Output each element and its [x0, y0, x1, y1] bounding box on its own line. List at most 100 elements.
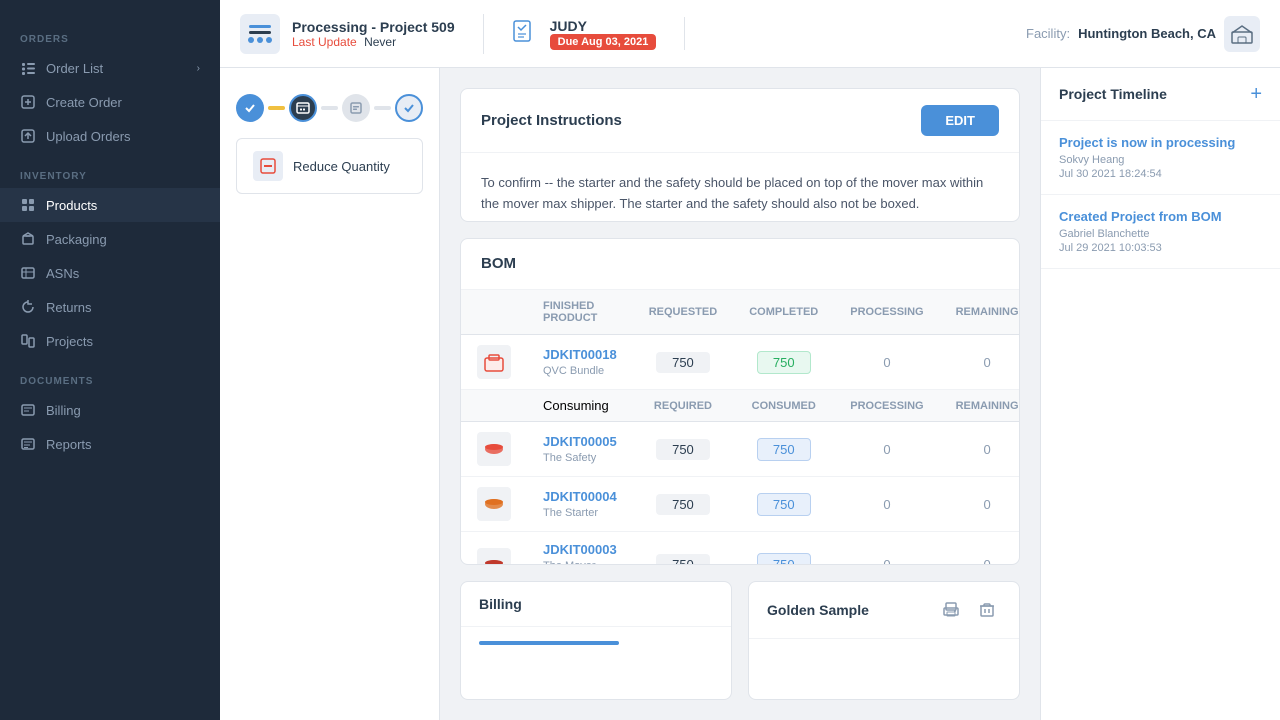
- instructions-body: To confirm -- the starter and the safety…: [461, 153, 1019, 222]
- content-area: Reduce Quantity Project Instructions EDI…: [220, 68, 1280, 720]
- billing-card-body: [461, 627, 731, 687]
- consuming-row: JDKIT00004 The Starter 750 750 0 0: [461, 477, 1020, 532]
- progress-track-1: [268, 106, 285, 110]
- billing-title: Billing: [479, 596, 522, 612]
- documents-section-title: DOCUMENTS: [0, 358, 220, 393]
- sidebar-item-packaging[interactable]: Packaging: [0, 222, 220, 256]
- product-thumb-cell: [461, 335, 527, 390]
- delete-button[interactable]: [973, 596, 1001, 624]
- instructions-header: Project Instructions EDIT: [461, 89, 1019, 153]
- consuming-name: The Starter: [543, 507, 598, 519]
- sidebar-item-upload-orders[interactable]: Upload Orders: [0, 119, 220, 153]
- timeline-event-user: Sokvy Heang: [1059, 154, 1262, 166]
- billing-progress: [479, 641, 619, 645]
- bom-header-row: Finished Product Requested Completed Pro…: [461, 290, 1020, 335]
- sidebar-item-create-order[interactable]: Create Order: [0, 85, 220, 119]
- step-2-icon: [289, 94, 317, 122]
- print-button[interactable]: [937, 596, 965, 624]
- consuming-row: JDKIT00003 The Mover Max 750 750 0 0: [461, 532, 1020, 565]
- consuming-thumbnail: [477, 487, 511, 521]
- timeline-event-title: Created Project from BOM: [1059, 209, 1262, 224]
- requested-cell: 750: [633, 335, 733, 390]
- required-badge: 750: [656, 494, 710, 515]
- project-title: Processing - Project 509: [292, 19, 455, 35]
- golden-sample-body: [749, 639, 1019, 699]
- th-finished-product: Finished Product: [527, 290, 633, 335]
- sidebar-item-returns[interactable]: Returns: [0, 290, 220, 324]
- sidebar-item-projects[interactable]: Projects: [0, 324, 220, 358]
- products-icon: [20, 197, 36, 213]
- consuming-sku-link[interactable]: JDKIT00004: [543, 489, 617, 504]
- step-1-icon: [236, 94, 264, 122]
- consuming-thumbnail: [477, 548, 511, 565]
- th-icon: [461, 290, 527, 335]
- bom-title: BOM: [481, 255, 516, 272]
- timeline-event-date: Jul 29 2021 10:03:53: [1059, 242, 1262, 254]
- orders-section-title: ORDERS: [0, 16, 220, 51]
- edit-button[interactable]: EDIT: [921, 105, 999, 136]
- consuming-sku-link[interactable]: JDKIT00005: [543, 434, 617, 449]
- sidebar-item-billing[interactable]: Billing: [0, 393, 220, 427]
- remaining-cell: 0: [940, 335, 1020, 390]
- consuming-sku-link[interactable]: JDKIT00003: [543, 542, 617, 557]
- main-content: Project Instructions EDIT To confirm -- …: [440, 68, 1040, 720]
- list-icon: [20, 60, 36, 76]
- consuming-info-cell: JDKIT00003 The Mover Max: [527, 532, 633, 565]
- sidebar-item-products[interactable]: Products: [0, 188, 220, 222]
- sidebar: ORDERS Order List › Create Order Upload …: [0, 0, 220, 720]
- instructions-title: Project Instructions: [481, 112, 622, 129]
- create-icon: [20, 94, 36, 110]
- sidebar-item-asns[interactable]: ASNs: [0, 256, 220, 290]
- step-4-icon: [395, 94, 423, 122]
- packaging-icon: [20, 231, 36, 247]
- action-panel: Reduce Quantity: [220, 68, 440, 720]
- facility-label: Facility:: [1026, 26, 1070, 41]
- progress-track-3: [374, 106, 391, 110]
- product-info-cell: JDKIT00018 QVC Bundle: [527, 335, 633, 390]
- timeline-panel: Project Timeline + Project is now in pro…: [1040, 68, 1280, 720]
- consuming-row: JDKIT00005 The Safety 750 750 0 0: [461, 422, 1020, 477]
- sidebar-item-label: Reports: [46, 437, 92, 452]
- upload-icon: [20, 128, 36, 144]
- consumed-cell: 750: [733, 532, 834, 565]
- sidebar-item-order-list[interactable]: Order List ›: [0, 51, 220, 85]
- bom-row: JDKIT00018 QVC Bundle 750 750 0 0: [461, 335, 1020, 390]
- sidebar-item-label: Packaging: [46, 232, 107, 247]
- sidebar-item-label: Projects: [46, 334, 93, 349]
- remaining-col-label: Remaining: [940, 390, 1020, 422]
- consuming-thumbnail: [477, 432, 511, 466]
- consumed-col-label: Consumed: [733, 390, 834, 422]
- th-remaining: Remaining: [940, 290, 1020, 335]
- bom-card: BOM Finished Product Requested Completed…: [460, 238, 1020, 565]
- consuming-name: The Safety: [543, 452, 596, 464]
- consuming-info-cell: JDKIT00005 The Safety: [527, 422, 633, 477]
- golden-sample-header: Golden Sample: [749, 582, 1019, 639]
- billing-card-header: Billing: [461, 582, 731, 627]
- c-processing-cell: 0: [834, 477, 939, 532]
- consumed-badge: 750: [757, 438, 811, 461]
- required-badge: 750: [656, 439, 710, 460]
- required-col-label: Required: [633, 390, 733, 422]
- product-sku-link[interactable]: JDKIT00018: [543, 347, 617, 362]
- golden-sample-actions: [937, 596, 1001, 624]
- consuming-thumb-cell: [461, 422, 527, 477]
- facility-section: Facility: Huntington Beach, CA: [1026, 16, 1260, 52]
- c-processing-cell: 0: [834, 532, 939, 565]
- timeline-event-date: Jul 30 2021 18:24:54: [1059, 168, 1262, 180]
- assignee-due: Due Aug 03, 2021: [550, 34, 657, 50]
- sidebar-item-reports[interactable]: Reports: [0, 427, 220, 461]
- assignee-info: JUDY Due Aug 03, 2021: [550, 18, 657, 50]
- reduce-qty-icon: [253, 151, 283, 181]
- consuming-info-cell: JDKIT00004 The Starter: [527, 477, 633, 532]
- progress-bar: [236, 84, 423, 138]
- th-processing: Processing: [834, 290, 939, 335]
- completed-badge: 750: [757, 351, 811, 374]
- timeline-event-title: Project is now in processing: [1059, 135, 1262, 150]
- required-cell: 750: [633, 532, 733, 565]
- reduce-quantity-button[interactable]: Reduce Quantity: [236, 138, 423, 194]
- project-info: Processing - Project 509 Last Update Nev…: [240, 14, 484, 54]
- c-remaining-cell: 0: [940, 422, 1020, 477]
- c-remaining-cell: 0: [940, 477, 1020, 532]
- timeline-add-button[interactable]: +: [1250, 84, 1262, 104]
- chevron-icon: ›: [197, 63, 200, 74]
